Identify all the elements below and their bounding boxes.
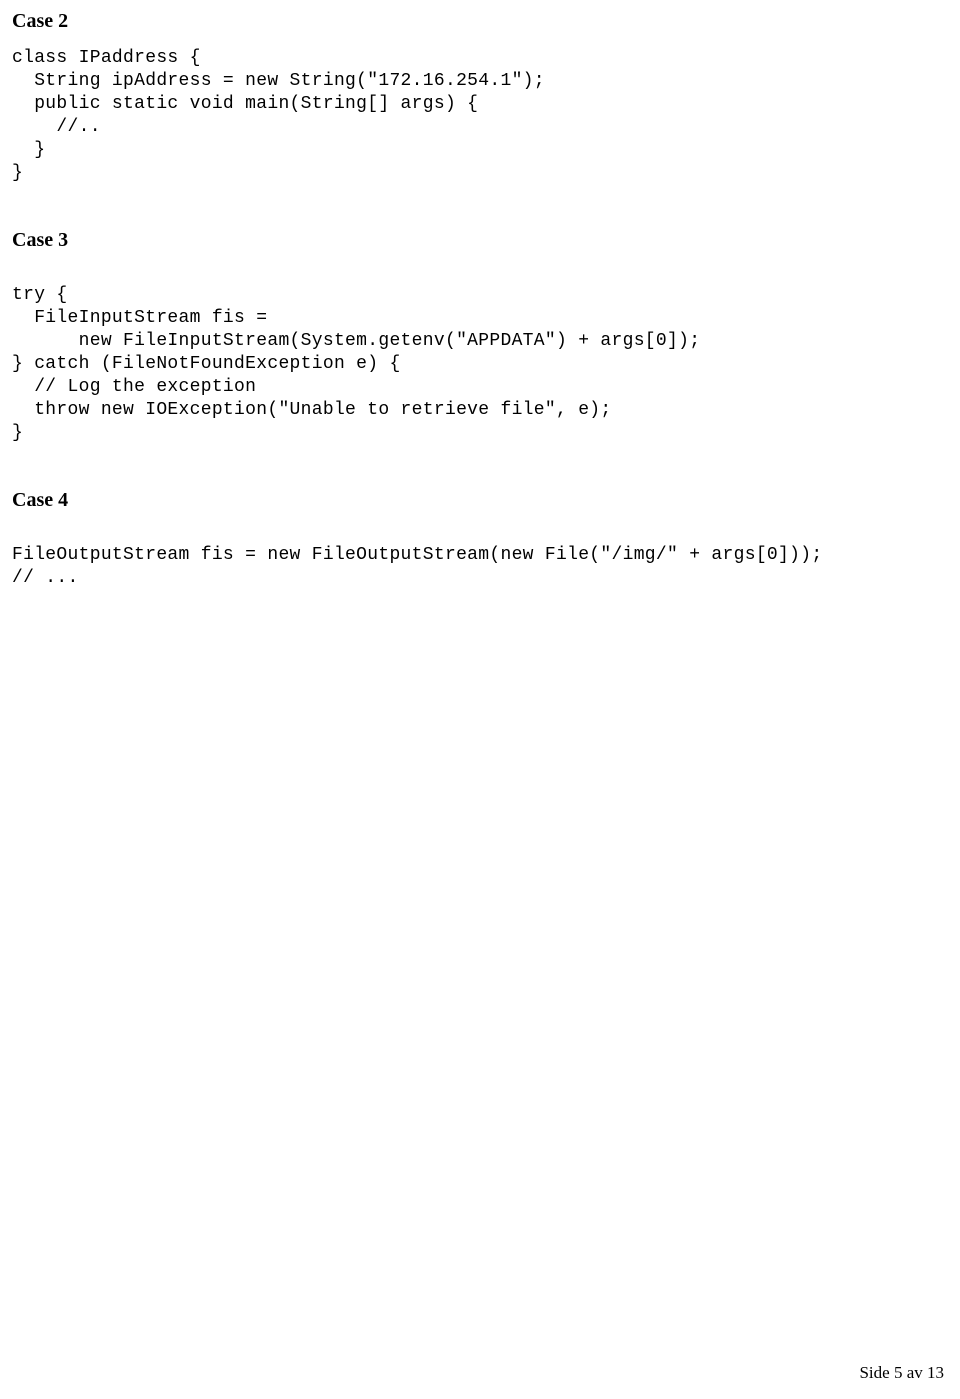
- case-4-code: FileOutputStream fis = new FileOutputStr…: [12, 544, 960, 590]
- case-2-heading: Case 2: [12, 10, 960, 33]
- page-footer: Side 5 av 13: [859, 1363, 944, 1383]
- case-2-code: class IPaddress { String ipAddress = new…: [12, 47, 960, 185]
- case-4-heading: Case 4: [12, 489, 960, 512]
- case-3-heading: Case 3: [12, 229, 960, 252]
- case-3-code: try { FileInputStream fis = new FileInpu…: [12, 284, 960, 445]
